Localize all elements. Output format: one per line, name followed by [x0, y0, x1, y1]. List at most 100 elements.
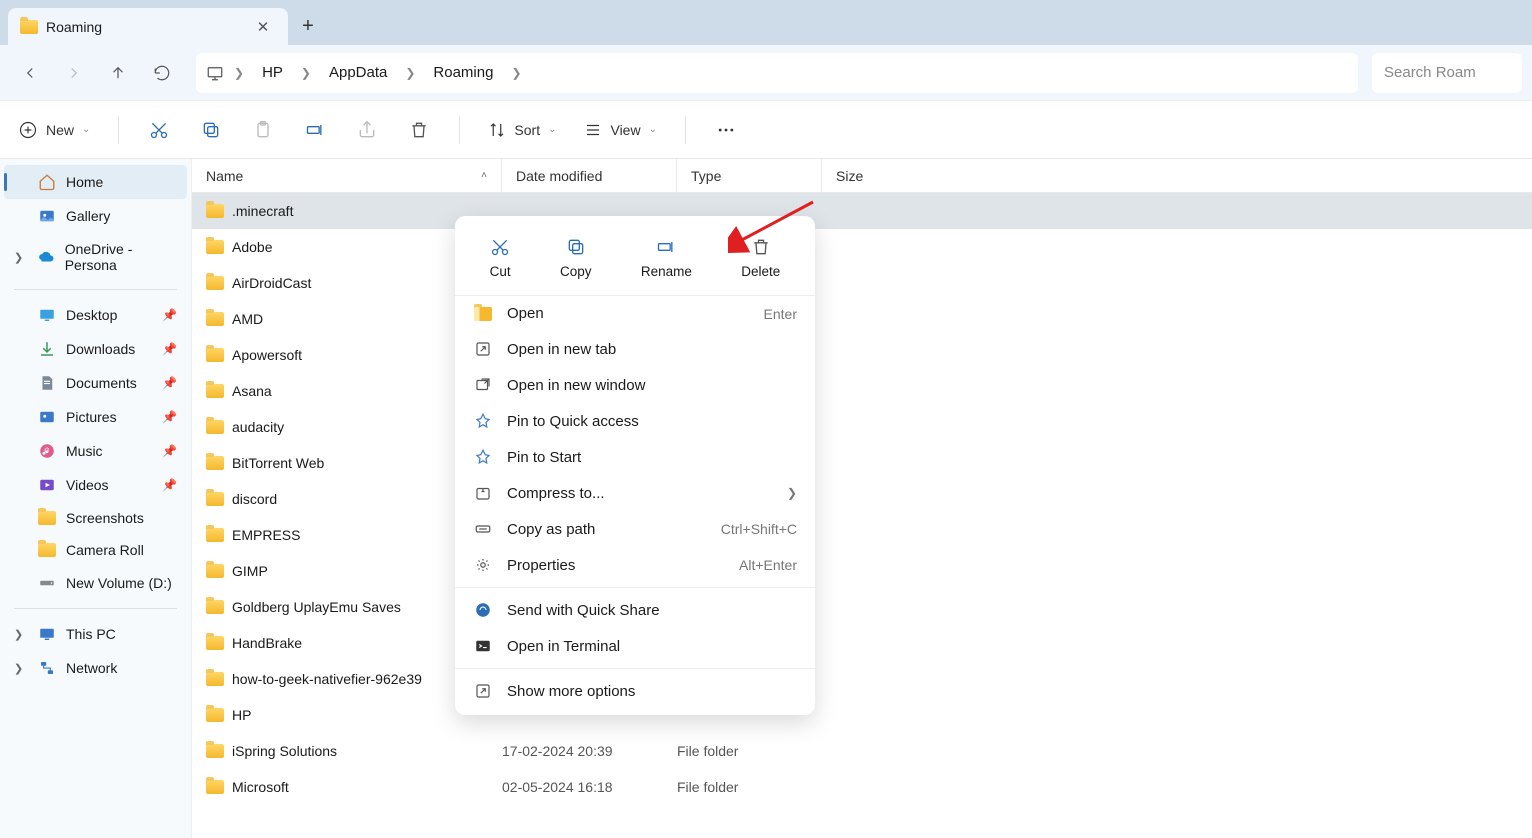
- file-row[interactable]: BitTorrent Web: [192, 445, 1532, 481]
- sidebar-item-desktop[interactable]: Desktop📌: [4, 298, 187, 332]
- breadcrumb-roaming[interactable]: Roaming: [425, 60, 501, 85]
- sidebar-item-new-volume-d-[interactable]: New Volume (D:): [4, 566, 187, 600]
- cut-button[interactable]: [147, 120, 171, 140]
- sidebar-item-documents[interactable]: Documents📌: [4, 366, 187, 400]
- tab-title: Roaming: [46, 19, 242, 35]
- search-input[interactable]: Search Roam: [1372, 53, 1522, 93]
- ctx-item-copy-as-path[interactable]: Copy as pathCtrl+Shift+C: [455, 511, 815, 547]
- sidebar-item-videos[interactable]: Videos📌: [4, 468, 187, 502]
- file-row[interactable]: Apowersoft: [192, 337, 1532, 373]
- breadcrumb-appdata[interactable]: AppData: [321, 60, 395, 85]
- new-tab-button[interactable]: +: [288, 8, 328, 45]
- col-date[interactable]: Date modified: [502, 159, 677, 192]
- cut-icon: [490, 236, 510, 258]
- file-row[interactable]: iSpring Solutions17-02-2024 20:39File fo…: [192, 733, 1532, 769]
- zip-icon: [473, 484, 493, 502]
- delete-button[interactable]: [407, 120, 431, 140]
- refresh-button[interactable]: [142, 53, 182, 93]
- file-row[interactable]: how-to-geek-nativefier-962e39: [192, 661, 1532, 697]
- view-button[interactable]: View⌄: [584, 121, 656, 139]
- chevron-right-icon[interactable]: ❯: [297, 66, 315, 80]
- ctx-cut-button[interactable]: Cut: [480, 232, 521, 283]
- pc-icon: [38, 625, 56, 643]
- folder-icon: [38, 543, 56, 557]
- share-button[interactable]: [355, 120, 379, 140]
- address-bar[interactable]: ❯ HP ❯ AppData ❯ Roaming ❯: [196, 53, 1358, 93]
- videos-icon: [38, 476, 56, 494]
- ctx-item-pin-to-start[interactable]: Pin to Start: [455, 439, 815, 475]
- ctx-item-open-in-new-window[interactable]: Open in new window: [455, 367, 815, 403]
- sidebar-label: This PC: [66, 626, 116, 642]
- up-button[interactable]: [98, 53, 138, 93]
- sidebar-item-home[interactable]: Home: [4, 165, 187, 199]
- sidebar-label: Documents: [66, 375, 137, 391]
- file-date: 17-02-2024 20:39: [502, 743, 677, 759]
- sidebar-item-downloads[interactable]: Downloads📌: [4, 332, 187, 366]
- sort-button[interactable]: Sort⌄: [488, 121, 556, 139]
- ctx-item-open[interactable]: OpenEnter: [455, 296, 815, 331]
- ctx-item-send-with-quick-share[interactable]: Send with Quick Share: [455, 592, 815, 628]
- sidebar-item-camera-roll[interactable]: Camera Roll: [4, 534, 187, 566]
- rename-button[interactable]: [303, 120, 327, 140]
- sidebar-label: Music: [66, 443, 103, 459]
- ctx-item-open-in-new-tab[interactable]: Open in new tab: [455, 331, 815, 367]
- file-name: GIMP: [232, 563, 268, 579]
- file-row[interactable]: Microsoft02-05-2024 16:18File folder: [192, 769, 1532, 805]
- close-tab-button[interactable]: ✕: [250, 14, 276, 40]
- pin-icon: 📌: [162, 410, 177, 424]
- file-row[interactable]: Asana: [192, 373, 1532, 409]
- breadcrumb-hp[interactable]: HP: [254, 60, 291, 85]
- ctx-item-pin-to-quick-access[interactable]: Pin to Quick access: [455, 403, 815, 439]
- file-row[interactable]: HP: [192, 697, 1532, 733]
- folder-icon: [206, 492, 224, 506]
- sidebar-item-pictures[interactable]: Pictures📌: [4, 400, 187, 434]
- col-size[interactable]: Size: [822, 159, 917, 192]
- paste-button[interactable]: [251, 120, 275, 140]
- ctx-item-compress-to-[interactable]: Compress to...❯: [455, 475, 815, 511]
- back-button[interactable]: [10, 53, 50, 93]
- file-row[interactable]: Adobe: [192, 229, 1532, 265]
- sidebar-item-screenshots[interactable]: Screenshots: [4, 502, 187, 534]
- sidebar: HomeGallery❯OneDrive - PersonaDesktop📌Do…: [0, 159, 192, 838]
- sidebar-item-gallery[interactable]: Gallery: [4, 199, 187, 233]
- ctx-item-properties[interactable]: PropertiesAlt+Enter: [455, 547, 815, 583]
- forward-button[interactable]: [54, 53, 94, 93]
- file-row[interactable]: EMPRESS: [192, 517, 1532, 553]
- file-name: BitTorrent Web: [232, 455, 324, 471]
- file-row[interactable]: AirDroidCast: [192, 265, 1532, 301]
- col-type[interactable]: Type: [677, 159, 822, 192]
- ctx-item-open-in-terminal[interactable]: Open in Terminal: [455, 628, 815, 664]
- folder-open-icon: [473, 307, 493, 321]
- context-top-row: Cut Copy Rename Delete: [455, 224, 815, 296]
- ctx-rename-button[interactable]: Rename: [631, 232, 702, 283]
- folder-icon: [206, 420, 224, 434]
- folder-icon: [206, 348, 224, 362]
- ctx-delete-button[interactable]: Delete: [731, 232, 790, 283]
- chevron-right-icon[interactable]: ❯: [230, 66, 248, 80]
- chevron-right-icon[interactable]: ❯: [401, 66, 419, 80]
- sidebar-item-network[interactable]: ❯Network: [4, 651, 187, 685]
- file-row[interactable]: Goldberg UplayEmu Saves: [192, 589, 1532, 625]
- sidebar-item-onedrive-persona[interactable]: ❯OneDrive - Persona: [4, 233, 187, 281]
- ctx-item-show-more-options[interactable]: Show more options: [455, 673, 815, 709]
- chevron-right-icon[interactable]: ❯: [507, 66, 525, 80]
- file-name: Microsoft: [232, 779, 289, 795]
- file-row[interactable]: GIMP: [192, 553, 1532, 589]
- sidebar-item-this-pc[interactable]: ❯This PC: [4, 617, 187, 651]
- more-button[interactable]: [714, 120, 738, 140]
- col-name[interactable]: Name˄: [192, 159, 502, 192]
- pin-icon: 📌: [162, 444, 177, 458]
- file-row[interactable]: .minecraft: [192, 193, 1532, 229]
- sidebar-label: New Volume (D:): [66, 575, 172, 591]
- new-button[interactable]: New⌄: [18, 120, 90, 140]
- file-list: .minecraftAdobeAirDroidCastAMDApowersoft…: [192, 193, 1532, 805]
- file-row[interactable]: discord: [192, 481, 1532, 517]
- file-row[interactable]: AMD: [192, 301, 1532, 337]
- file-row[interactable]: audacity: [192, 409, 1532, 445]
- sidebar-item-music[interactable]: Music 📌: [4, 434, 187, 468]
- ctx-copy-button[interactable]: Copy: [550, 232, 602, 283]
- file-row[interactable]: HandBrake: [192, 625, 1532, 661]
- tab-roaming[interactable]: Roaming ✕: [8, 8, 288, 45]
- copy-button[interactable]: [199, 120, 223, 140]
- file-name: HP: [232, 707, 251, 723]
